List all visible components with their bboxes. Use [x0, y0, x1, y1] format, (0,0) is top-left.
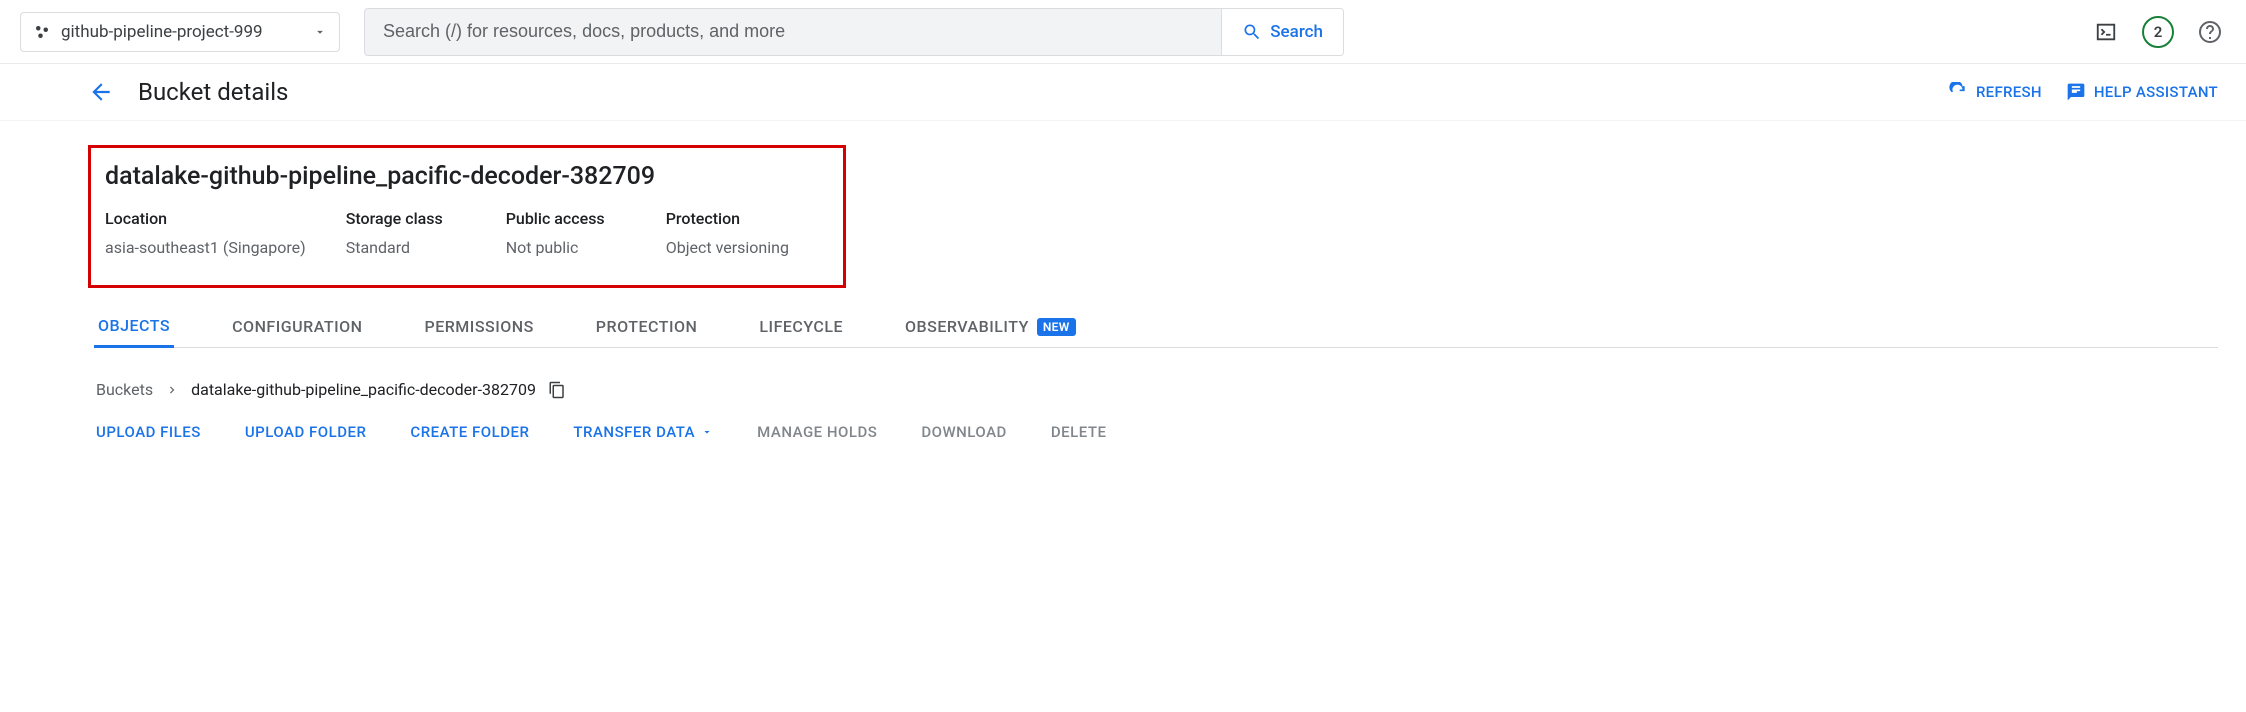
- upload-folder-label: UPLOAD FOLDER: [245, 423, 367, 441]
- create-folder-button[interactable]: CREATE FOLDER: [410, 423, 529, 441]
- chevron-right-icon: [165, 383, 179, 397]
- search-bar: Search: [364, 8, 1344, 56]
- prop-public-access-value: Not public: [506, 238, 626, 257]
- upload-files-button[interactable]: UPLOAD FILES: [96, 423, 201, 441]
- chat-icon: [2066, 82, 2086, 102]
- topbar-right: 2: [2090, 16, 2226, 48]
- tab-permissions-label: PERMISSIONS: [424, 317, 533, 336]
- prop-public-access-label: Public access: [506, 209, 626, 228]
- prop-storage-class-value: Standard: [346, 238, 466, 257]
- caret-down-icon: [313, 25, 327, 39]
- caret-down-icon: [701, 426, 713, 438]
- help-assistant-button[interactable]: HELP ASSISTANT: [2066, 82, 2218, 102]
- transfer-data-label: TRANSFER DATA: [573, 423, 695, 441]
- new-badge: NEW: [1037, 318, 1076, 336]
- project-picker[interactable]: github-pipeline-project-999: [20, 12, 340, 52]
- tabs: OBJECTS CONFIGURATION PERMISSIONS PROTEC…: [94, 306, 2218, 348]
- help-icon[interactable]: [2194, 16, 2226, 48]
- object-toolbar: UPLOAD FILES UPLOAD FOLDER CREATE FOLDER…: [96, 423, 2218, 441]
- download-button[interactable]: DOWNLOAD: [921, 423, 1007, 441]
- notification-count: 2: [2154, 23, 2163, 41]
- page-header: Bucket details REFRESH HELP ASSISTANT: [0, 64, 2246, 121]
- tab-objects-label: OBJECTS: [98, 316, 170, 335]
- manage-holds-button[interactable]: MANAGE HOLDS: [757, 423, 877, 441]
- tab-observability-label: OBSERVABILITY: [905, 317, 1029, 336]
- breadcrumb-current: datalake-github-pipeline_pacific-decoder…: [191, 380, 536, 399]
- prop-location-label: Location: [105, 209, 306, 228]
- bucket-name: datalake-github-pipeline_pacific-decoder…: [105, 162, 829, 191]
- prop-protection-label: Protection: [666, 209, 789, 228]
- prop-protection: Protection Object versioning: [666, 209, 789, 257]
- prop-storage-class-label: Storage class: [346, 209, 466, 228]
- help-assistant-label: HELP ASSISTANT: [2094, 83, 2218, 101]
- search-icon: [1242, 22, 1262, 42]
- transfer-data-button[interactable]: TRANSFER DATA: [573, 423, 713, 441]
- tab-observability[interactable]: OBSERVABILITY NEW: [901, 306, 1080, 347]
- breadcrumb: Buckets datalake-github-pipeline_pacific…: [96, 380, 2218, 399]
- prop-protection-value: Object versioning: [666, 238, 789, 257]
- upload-files-label: UPLOAD FILES: [96, 423, 201, 441]
- content: datalake-github-pipeline_pacific-decoder…: [0, 121, 2246, 465]
- prop-storage-class: Storage class Standard: [346, 209, 466, 257]
- tab-lifecycle[interactable]: LIFECYCLE: [755, 306, 847, 347]
- breadcrumb-root[interactable]: Buckets: [96, 380, 153, 399]
- search-button[interactable]: Search: [1221, 9, 1343, 55]
- prop-location: Location asia-southeast1 (Singapore): [105, 209, 306, 257]
- back-arrow-icon[interactable]: [88, 79, 114, 105]
- prop-location-value: asia-southeast1 (Singapore): [105, 238, 306, 257]
- tab-permissions[interactable]: PERMISSIONS: [420, 306, 537, 347]
- tab-lifecycle-label: LIFECYCLE: [759, 317, 843, 336]
- refresh-button[interactable]: REFRESH: [1948, 82, 2042, 102]
- manage-holds-label: MANAGE HOLDS: [757, 423, 877, 441]
- tab-objects[interactable]: OBJECTS: [94, 306, 174, 348]
- search-button-label: Search: [1270, 22, 1323, 42]
- refresh-label: REFRESH: [1976, 83, 2042, 101]
- download-label: DOWNLOAD: [921, 423, 1007, 441]
- project-name: github-pipeline-project-999: [61, 22, 303, 42]
- tab-protection[interactable]: PROTECTION: [592, 306, 702, 347]
- prop-public-access: Public access Not public: [506, 209, 626, 257]
- tab-protection-label: PROTECTION: [596, 317, 698, 336]
- upload-folder-button[interactable]: UPLOAD FOLDER: [245, 423, 367, 441]
- refresh-icon: [1948, 82, 1968, 102]
- page-title: Bucket details: [138, 78, 288, 106]
- cloud-shell-icon[interactable]: [2090, 16, 2122, 48]
- delete-button[interactable]: DELETE: [1051, 423, 1107, 441]
- search-input[interactable]: [365, 21, 1221, 42]
- delete-label: DELETE: [1051, 423, 1107, 441]
- tab-configuration-label: CONFIGURATION: [232, 317, 362, 336]
- top-bar: github-pipeline-project-999 Search 2: [0, 0, 2246, 64]
- project-icon: [33, 23, 51, 41]
- copy-icon[interactable]: [548, 381, 566, 399]
- create-folder-label: CREATE FOLDER: [410, 423, 529, 441]
- tab-configuration[interactable]: CONFIGURATION: [228, 306, 366, 347]
- bucket-summary-box: datalake-github-pipeline_pacific-decoder…: [88, 145, 846, 288]
- notification-badge[interactable]: 2: [2142, 16, 2174, 48]
- bucket-props: Location asia-southeast1 (Singapore) Sto…: [105, 209, 829, 257]
